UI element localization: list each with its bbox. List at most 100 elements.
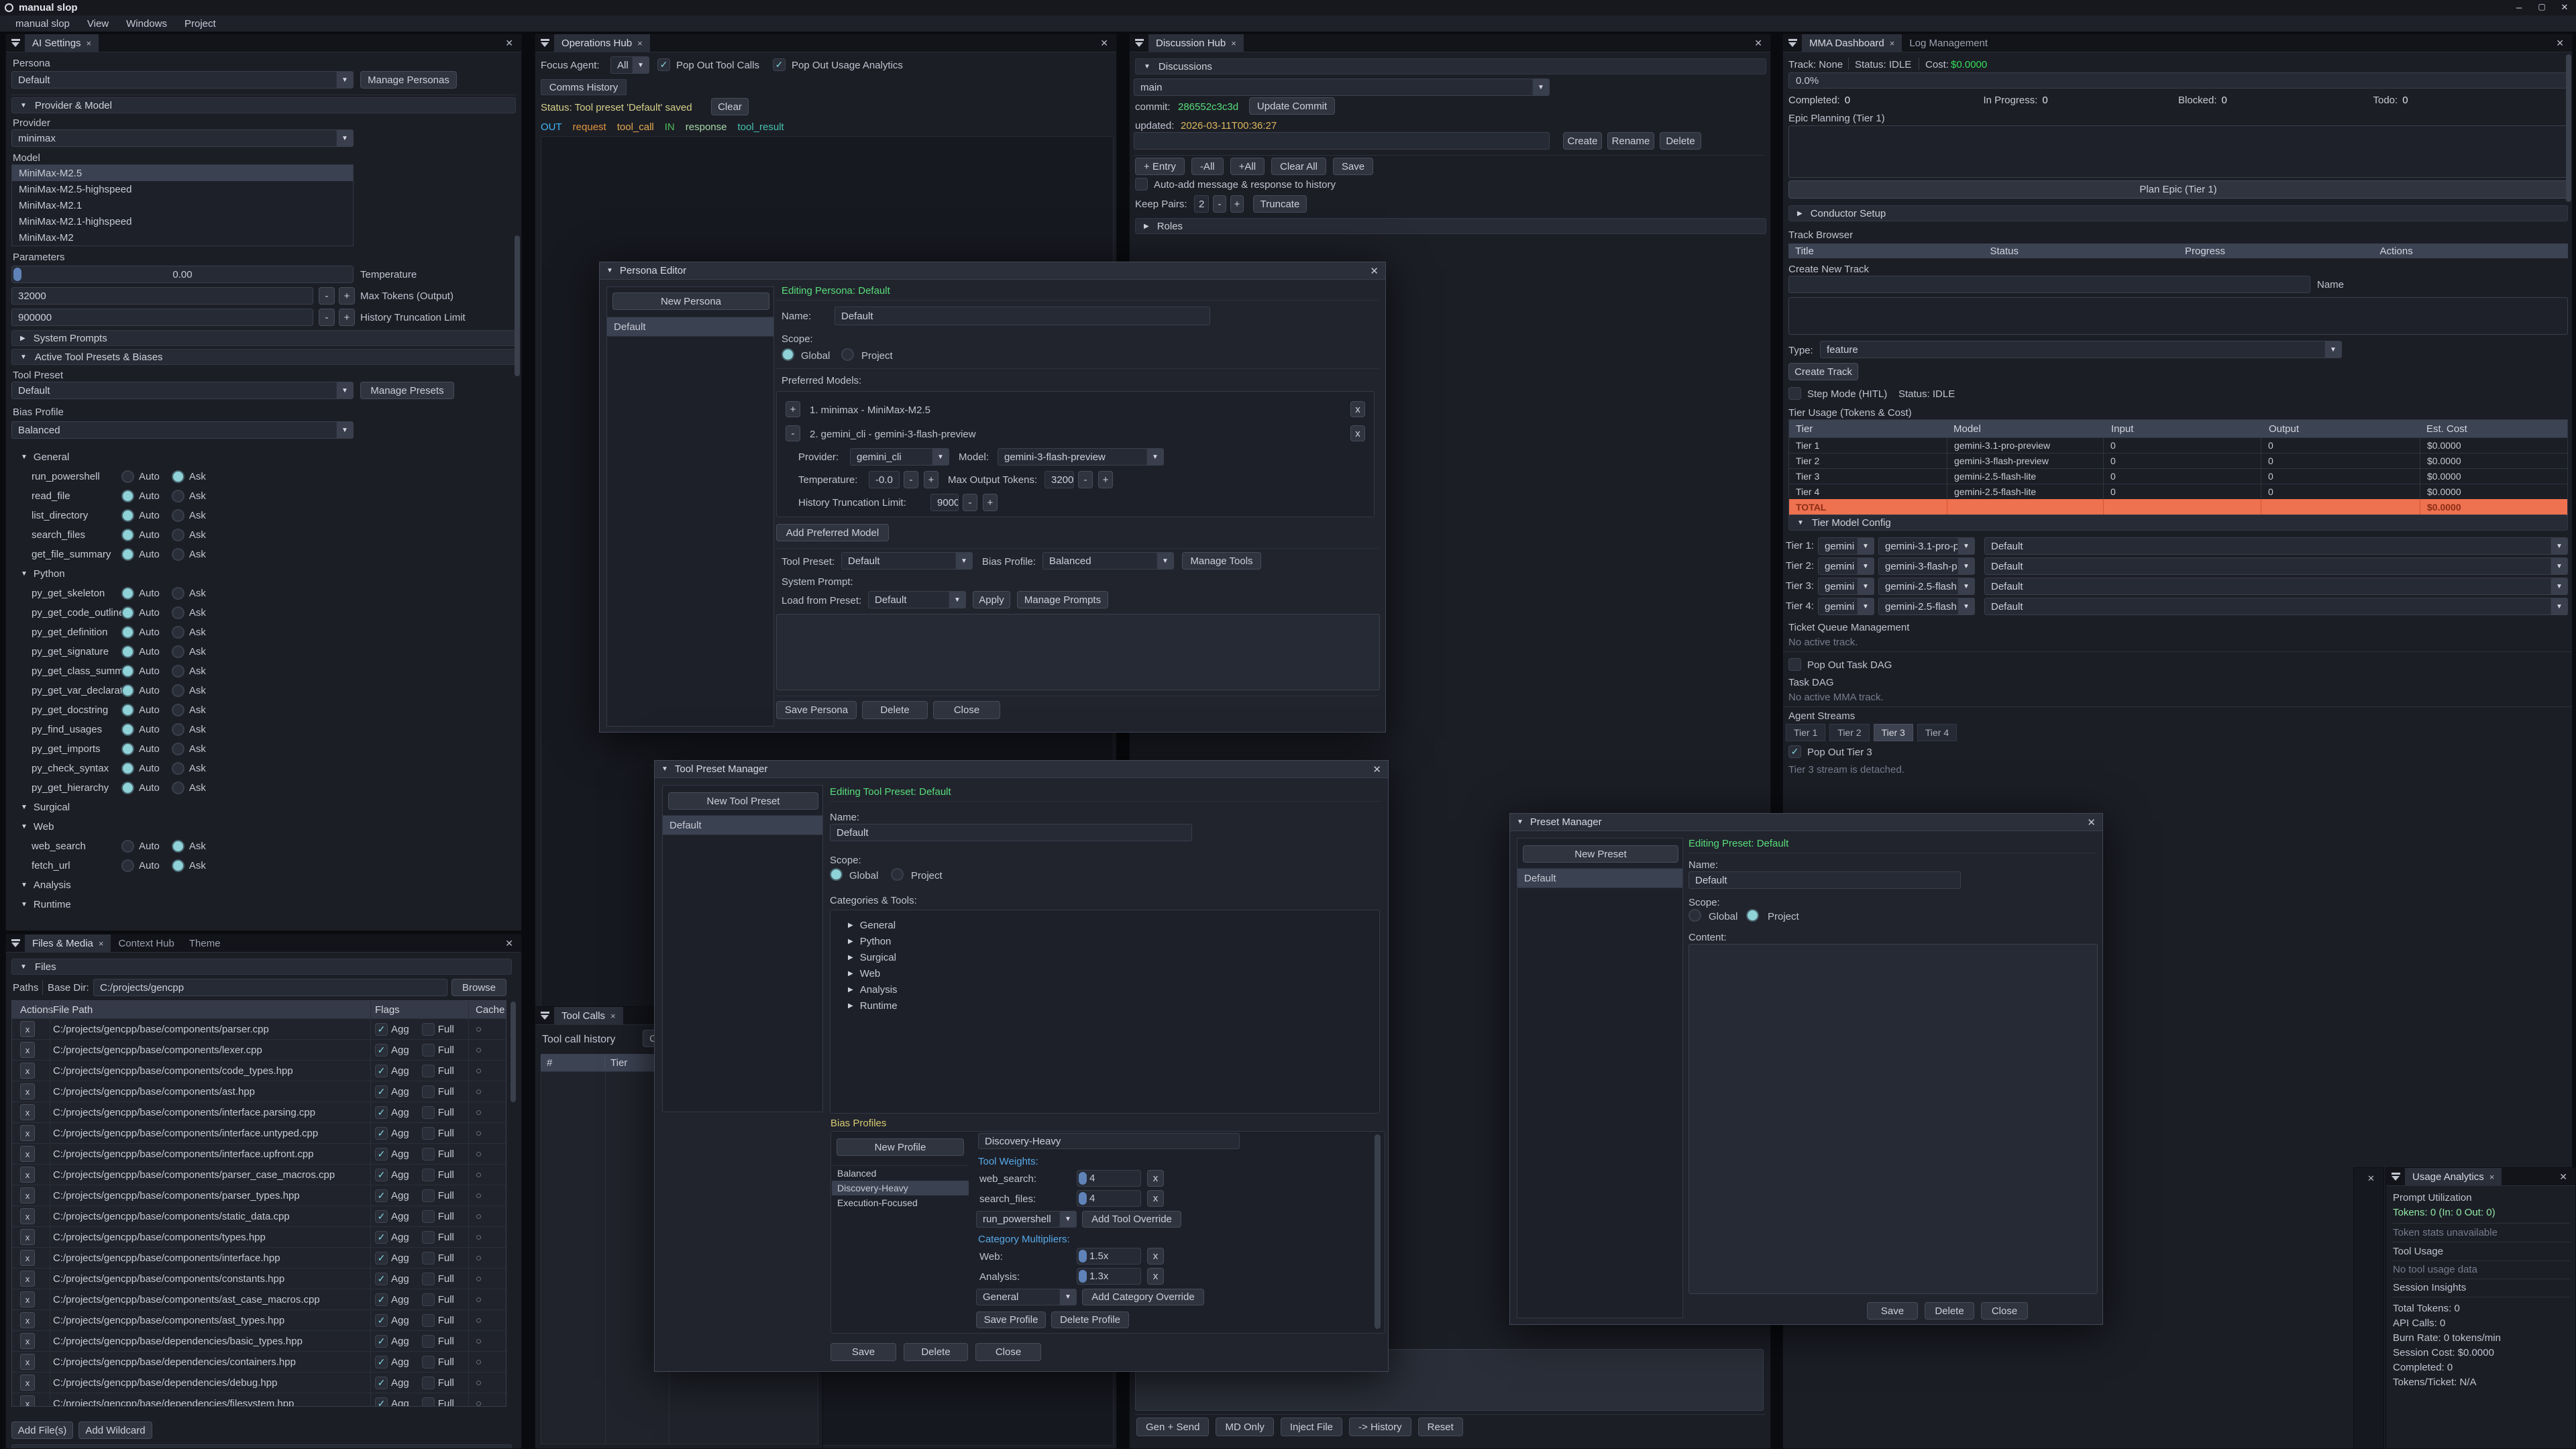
tool-group-header[interactable]: ▼General [11,451,69,463]
persona-editor-titlebar[interactable]: ▼Persona Editor✕ [600,262,1385,280]
preset-manager-titlebar[interactable]: ▼Preset Manager✕ [1510,814,2102,831]
bias-profile-list-item[interactable]: Execution-Focused [832,1195,969,1210]
model-list-item[interactable]: MiniMax-M2.5-highspeed [12,181,353,197]
dock-icon[interactable] [6,34,25,52]
tier-provider-select[interactable]: gemini▼ [1818,557,1874,575]
entry-button[interactable]: + Entry [1135,158,1185,175]
keep-pairs-input[interactable]: 2 [1194,195,1209,213]
tier-persona-select[interactable]: Default▼ [1984,537,2568,555]
menu-item[interactable]: Project [176,15,225,32]
new-profile-button[interactable]: New Profile [837,1138,964,1156]
auto-radio[interactable] [121,587,134,600]
agg-checkbox[interactable]: ✓ [375,1377,388,1389]
tier-persona-select[interactable]: Default▼ [1984,557,2568,575]
scope-global-radio[interactable] [782,348,794,361]
discussion-select[interactable]: main▼ [1134,78,1550,96]
pm-temp-input[interactable]: -0.0 [869,471,900,488]
pm-history-plus-button[interactable]: + [983,494,998,511]
close-icon[interactable]: ✕ [2367,1173,2375,1184]
ask-radio[interactable] [172,859,184,872]
tab-close-icon[interactable]: × [610,1011,616,1021]
auto-radio[interactable] [121,490,134,502]
tier-persona-select[interactable]: Default▼ [1984,578,2568,595]
rename-discussion-button[interactable]: Rename [1607,132,1654,150]
remove-file-button[interactable]: x [20,1187,35,1203]
full-checkbox[interactable]: ✓ [422,1044,435,1057]
bias-profiles-scrollbar[interactable] [1375,1134,1381,1329]
track-description-textarea[interactable] [1788,297,2568,335]
close-window-icon[interactable]: ✕ [2553,2,2576,13]
tool-group-header[interactable]: ▼Web [11,821,54,833]
add-preferred-model-button[interactable]: Add Preferred Model [776,524,889,541]
pe-tool-preset-select[interactable]: Default▼ [841,552,973,570]
pm-max-tokens-input[interactable]: 32000 [1044,471,1074,488]
browse-button[interactable]: Browse [451,979,506,996]
tab-files-media[interactable]: Files & Media× [25,934,111,952]
stream-tab[interactable]: Tier 1 [1786,724,1825,741]
model-down-button[interactable]: - [786,425,800,441]
add-wildcard-button[interactable]: Add Wildcard [78,1421,152,1439]
remove-file-button[interactable]: x [20,1063,35,1079]
tab-operations-hub[interactable]: Operations Hub× [554,34,650,52]
full-checkbox[interactable]: ✓ [422,1377,435,1389]
remove-file-button[interactable]: x [20,1042,35,1058]
save-profile-button[interactable]: Save Profile [976,1311,1046,1328]
ask-radio[interactable] [172,529,184,541]
category-tree-item[interactable]: ▶Surgical [830,949,1379,965]
pe-bias-profile-select[interactable]: Balanced▼ [1042,552,1174,570]
tab-close-icon[interactable]: × [99,938,104,949]
agg-checkbox[interactable]: ✓ [375,1065,388,1077]
save-persona-button[interactable]: Save Persona [776,701,857,719]
panel-close-icon[interactable]: ✕ [497,938,521,949]
preset-close-button[interactable]: Close [1981,1302,2028,1320]
comms-history-tab[interactable]: Comms History [541,79,627,95]
delete-discussion-button[interactable]: Delete [1660,132,1701,150]
history-limit-input[interactable]: 900000 [11,309,313,326]
category-tree-item[interactable]: ▶General [830,917,1379,933]
remove-weight-button[interactable]: x [1147,1170,1164,1187]
generate-button[interactable]: Gen + Send [1136,1417,1209,1436]
agg-checkbox[interactable]: ✓ [375,1252,388,1265]
persona-list-item[interactable]: Default [607,317,774,337]
create-discussion-button[interactable]: Create [1563,132,1602,150]
discussions-header[interactable]: ▼Discussions [1135,58,1766,74]
tier-model-select[interactable]: gemini-2.5-flash▼ [1878,598,1975,615]
pop-out-tool-calls-checkbox[interactable]: ✓ [657,58,670,71]
weight-slider[interactable]: 4 [1077,1170,1141,1187]
remove-weight-button[interactable]: x [1147,1190,1164,1207]
scope-project-radio[interactable] [841,348,854,361]
manage-personas-button[interactable]: Manage Personas [360,71,457,89]
generate-button[interactable]: MD Only [1216,1417,1273,1436]
tab-close-icon[interactable]: × [87,38,92,48]
focus-agent-select[interactable]: All▼ [610,56,649,74]
full-checkbox[interactable]: ✓ [422,1085,435,1098]
ask-radio[interactable] [172,645,184,658]
remove-file-button[interactable]: x [20,1125,35,1141]
agg-checkbox[interactable]: ✓ [375,1189,388,1202]
persona-select[interactable]: Default▼ [11,71,354,89]
model-list-item[interactable]: MiniMax-M2.1-highspeed [12,213,353,229]
entry-button[interactable]: -All [1191,158,1224,175]
menu-item[interactable]: manual slop [7,15,78,32]
tool-group-header[interactable]: ▼Runtime [11,899,71,910]
bias-profile-select[interactable]: Balanced▼ [11,421,354,439]
manage-presets-button[interactable]: Manage Presets [360,382,454,399]
agg-checkbox[interactable]: ✓ [375,1210,388,1223]
tab-close-icon[interactable]: × [637,38,643,48]
conductor-setup-header[interactable]: ▶Conductor Setup [1788,205,2568,221]
ask-radio[interactable] [172,626,184,639]
menu-item[interactable]: Windows [117,15,176,32]
tpm-save-button[interactable]: Save [830,1343,896,1361]
dock-icon[interactable] [1783,34,1802,52]
weight-slider[interactable]: 4 [1077,1190,1141,1207]
auto-radio[interactable] [121,782,134,794]
history-limit-minus-button[interactable]: - [319,309,335,326]
agg-checkbox[interactable]: ✓ [375,1335,388,1348]
full-checkbox[interactable]: ✓ [422,1189,435,1202]
auto-radio[interactable] [121,840,134,853]
full-checkbox[interactable]: ✓ [422,1127,435,1140]
ask-radio[interactable] [172,665,184,678]
dock-icon[interactable] [2386,1168,2405,1185]
auto-radio[interactable] [121,626,134,639]
category-tree-item[interactable]: ▶Analysis [830,981,1379,998]
